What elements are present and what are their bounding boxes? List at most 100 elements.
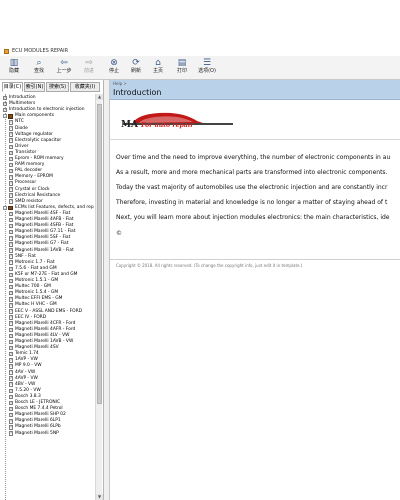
tree-item-label: Magneti Marelli 4SF - Fiat — [15, 210, 71, 216]
logo-text: MA For auto repair — [121, 120, 193, 130]
logo-main: MA — [121, 120, 138, 130]
tree-item[interactable]: ? Electrical Resistance — [2, 193, 94, 199]
breadcrumb[interactable]: Help > — [113, 81, 127, 86]
tree-item[interactable]: ? 5NF - Fiat — [2, 254, 94, 260]
tree-item[interactable]: ? Driver — [2, 144, 94, 150]
scroll-down-icon[interactable]: ▼ — [96, 494, 103, 500]
toolbar-button[interactable]: ⌕ 查找 — [27, 57, 51, 79]
tree-item[interactable]: ? Magneti Marelli 4AFR - Ford — [2, 327, 94, 333]
toolbar-button[interactable]: ⇦ 上一步 — [52, 57, 76, 79]
nav-tab[interactable]: 搜索(S) — [46, 82, 69, 92]
tree-item[interactable]: ? Processor — [2, 180, 94, 186]
help-page-icon: ? — [9, 370, 13, 375]
toolbar-button[interactable]: ☰ 选项(O) — [195, 57, 219, 79]
tree-item-label: PAL decoder — [15, 168, 43, 174]
scrollbar-thumb[interactable] — [97, 104, 102, 404]
toolbar-button-label: 主页 — [152, 68, 163, 74]
tree-item[interactable]: ? EEC V - ASSL AND EMS - FORD — [2, 309, 94, 315]
tree-item[interactable]: ? Voltage regulator — [2, 132, 94, 138]
scroll-up-icon[interactable]: ▲ — [96, 94, 103, 100]
book-icon — [8, 205, 13, 211]
copyright-symbol: © — [116, 230, 122, 237]
tree-item[interactable]: ? Magneti Marelli 4CFR - Ford — [2, 321, 94, 327]
tree-item[interactable]: ? Magneti Marelli 1AVB - Fiat — [2, 248, 94, 254]
tree-scrollbar[interactable]: ▲ ▼ — [95, 94, 103, 500]
tree-item-label: Magneti Marelli G7 - Fiat — [15, 241, 69, 247]
collapse-icon[interactable]: - — [3, 205, 7, 210]
tree-item-label: Temic 1.74 — [15, 351, 39, 357]
tree-item[interactable]: ? 4BV - VW — [2, 382, 94, 388]
tree-item-label: Main components — [15, 113, 55, 119]
tree-item-label: Magneti Marelli 6LP1 — [15, 418, 61, 424]
tree-item-label: SMD resistor — [15, 198, 43, 204]
tree-item[interactable]: ? Transistor — [2, 150, 94, 156]
tree-item-label: Motronic 1.5.1 - GM — [15, 278, 59, 283]
help-page-icon: ? — [9, 187, 13, 192]
tree-item[interactable]: ? Electrolytic capacitor — [2, 138, 94, 144]
tree-item[interactable]: ? Magneti Marelli 4SF - Fiat — [2, 211, 94, 217]
nav-tab[interactable]: 目录(C) — [2, 82, 23, 92]
help-page-icon: ? — [9, 303, 13, 308]
tree-item[interactable]: ? 4AVP - VW — [2, 376, 94, 382]
print-icon: ▤ — [177, 58, 187, 68]
toolbar-button[interactable]: ▥ 隐藏 — [2, 57, 26, 79]
toolbar-button[interactable]: ⟳ 刷新 — [124, 57, 148, 79]
tree-item-label: EEC V - ASSL AND EMS - FORD — [15, 308, 83, 314]
back-arrow-icon: ⇦ — [60, 58, 68, 68]
hide-pane-icon: ▥ — [9, 58, 19, 68]
tree-item[interactable]: ? NTC — [2, 119, 94, 125]
help-page-icon: ? — [9, 419, 13, 424]
help-page-icon: ? — [9, 168, 13, 174]
tree-item-label: 4AV - VW — [15, 369, 36, 375]
tree-item[interactable]: ? EEC IV - FORD — [2, 315, 94, 321]
tree-item[interactable]: ? Magneti Marelli G7 - Fiat — [2, 241, 94, 247]
help-page-icon: ? — [9, 351, 13, 357]
tree-item[interactable]: ? K5F or M7-27E - Fiat and GM — [2, 272, 94, 278]
tree-item[interactable]: ? SMD resistor — [2, 199, 94, 205]
logo: MA For auto repair — [113, 110, 241, 132]
tree-item-label: Magneti Marelli 5NP — [15, 430, 59, 436]
help-page-icon: ? — [9, 254, 13, 259]
tree-item[interactable]: ? MP 9.0 - VW — [2, 363, 94, 369]
toolbar-button[interactable]: ⌂ 主页 — [146, 57, 170, 79]
divider — [110, 139, 400, 140]
tree-item-label: Eprom - ROM memory — [15, 156, 64, 161]
nav-tab[interactable]: 索引(N) — [24, 82, 45, 92]
help-page-icon: ? — [9, 376, 13, 381]
tree-item[interactable]: ? 7.5.20 - VW — [2, 388, 94, 394]
paragraph: Today the vast majority of automobiles u… — [116, 184, 388, 191]
tree-item-label: EEC IV - FORD — [15, 314, 47, 320]
tree-item[interactable]: ? Multec H VHC - GM — [2, 302, 94, 308]
help-page-icon: ? — [9, 339, 13, 345]
tree-item[interactable]: ? Diode — [2, 126, 94, 132]
nav-tab[interactable]: 收藏夹(I) — [70, 82, 100, 92]
tree-item[interactable]: ? 7.5.6 - Fiat and GM — [2, 266, 94, 272]
tree-item[interactable]: ? Crystal or Clock — [2, 187, 94, 193]
tree-item-label: Introduction to electronic injection — [9, 107, 85, 113]
help-page-icon: ? — [9, 388, 13, 394]
tree-item[interactable]: ? Magneti Marelli 5NP — [2, 431, 94, 437]
tree-item-label: Electrolytic capacitor — [15, 137, 62, 143]
help-page-icon: ? — [9, 394, 13, 400]
tree-item[interactable]: ? Bosch 3.8.3 — [2, 394, 94, 400]
tree-item-label: NTC — [15, 119, 24, 125]
toolbar-button[interactable]: ▤ 打印 — [170, 57, 194, 79]
tree-item[interactable]: ? Motronic 1.7 - Fiat — [2, 260, 94, 266]
collapse-icon[interactable]: - — [3, 114, 7, 119]
help-page-icon: ? — [9, 132, 13, 137]
tree-item[interactable]: ? Magneti Marelli 6LPb — [2, 424, 94, 430]
tree-item-label: Magneti Marelli 5SF - Fiat — [15, 235, 71, 241]
tree-item-label: Processor — [15, 180, 37, 186]
refresh-icon: ⟳ — [132, 58, 140, 68]
help-page-icon: ? — [9, 229, 13, 235]
tree-item-label: Bosch LE - JETRONIC — [15, 400, 61, 405]
help-page-icon: ? — [9, 406, 13, 412]
tree-folder[interactable]: - ECMs list Features, defects, and repair — [2, 205, 94, 211]
help-page-icon: ? — [9, 315, 13, 320]
tree-item[interactable]: ? Magneti Marelli 4LV - VW — [2, 333, 94, 339]
toolbar-button-label: 查找 — [33, 68, 44, 74]
help-page-icon: ? — [9, 223, 13, 229]
tree-item[interactable]: ? 4AV - VW — [2, 370, 94, 376]
tree-item-label: 5NF - Fiat — [15, 253, 36, 259]
toolbar-button[interactable]: ⊗ 停止 — [102, 57, 126, 79]
